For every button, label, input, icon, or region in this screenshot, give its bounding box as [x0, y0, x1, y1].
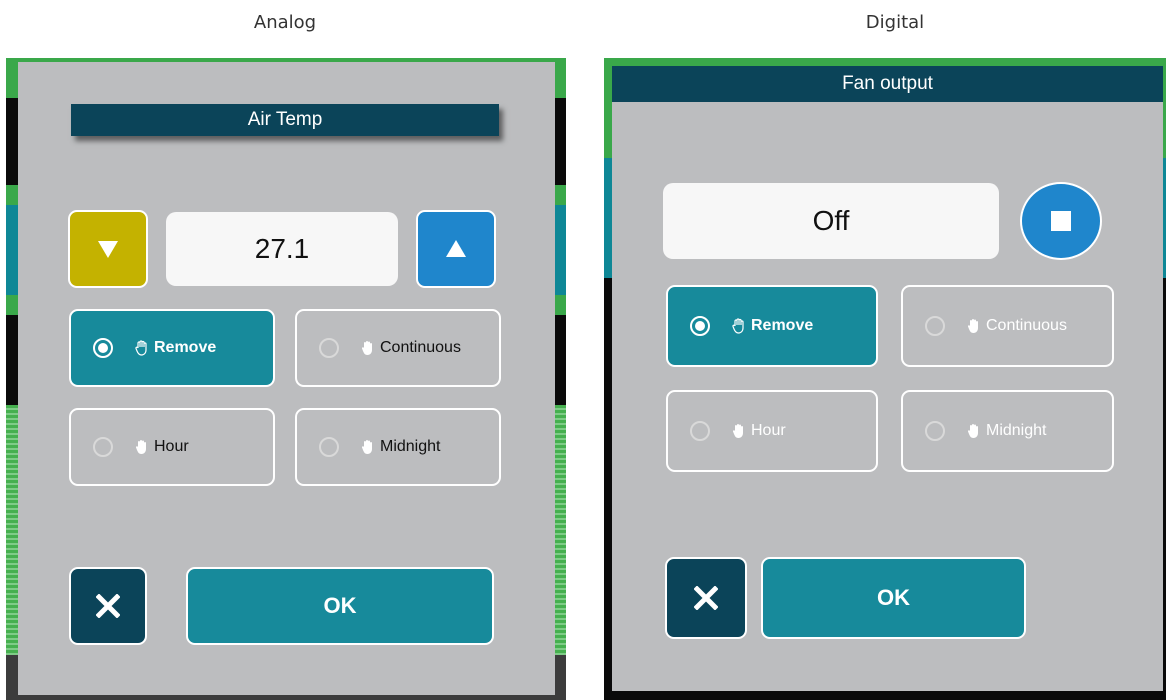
option-label: Remove	[154, 339, 217, 356]
state-display[interactable]: Off	[663, 183, 999, 259]
analog-dialog: Air Temp 27.1 Remove Continuous Hour Mid…	[18, 62, 555, 695]
decrease-button[interactable]	[68, 210, 148, 288]
value-display[interactable]: 27.1	[166, 212, 398, 286]
radio-checked-icon	[690, 316, 710, 336]
radio-unchecked-icon	[690, 421, 710, 441]
cancel-button[interactable]	[69, 567, 147, 645]
ok-button[interactable]: OK	[761, 557, 1026, 639]
radio-unchecked-icon	[925, 316, 945, 336]
radio-checked-icon	[93, 338, 113, 358]
chevron-up-icon	[446, 240, 466, 257]
option-label: Midnight	[986, 422, 1047, 439]
radio-unchecked-icon	[319, 437, 339, 457]
increase-button[interactable]	[416, 210, 496, 288]
caption-analog: Analog	[253, 12, 317, 33]
chevron-down-icon	[98, 241, 118, 258]
option-remove[interactable]: Remove	[69, 309, 275, 387]
option-continuous[interactable]: Continuous	[901, 285, 1114, 367]
option-label[interactable]: Continuous	[986, 317, 1067, 335]
hand-icon	[361, 440, 372, 454]
hand-icon	[732, 318, 744, 334]
close-icon	[96, 594, 120, 618]
digital-title: Fan output	[612, 66, 1163, 102]
option-label: Midnight	[380, 438, 441, 455]
digital-dialog: Fan output Off Remove Continuous Hour Mi…	[612, 66, 1163, 691]
option-midnight[interactable]: Midnight	[295, 408, 501, 486]
option-label: Remove	[751, 317, 814, 334]
option-continuous[interactable]: Continuous	[295, 309, 501, 387]
hand-icon	[967, 319, 978, 333]
option-label: Hour	[751, 422, 786, 439]
option-hour[interactable]: Hour	[666, 390, 878, 472]
hand-icon	[135, 440, 146, 454]
hand-icon	[361, 341, 372, 355]
option-hour[interactable]: Hour	[69, 408, 275, 486]
cancel-button[interactable]	[665, 557, 747, 639]
radio-unchecked-icon	[319, 338, 339, 358]
hand-icon	[732, 424, 743, 438]
option-remove[interactable]: Remove	[666, 285, 878, 367]
toggle-button[interactable]	[1020, 182, 1102, 260]
option-label: Hour	[154, 438, 189, 455]
radio-unchecked-icon	[93, 437, 113, 457]
hand-icon	[967, 424, 978, 438]
hand-icon	[135, 340, 147, 356]
ok-button[interactable]: OK	[186, 567, 494, 645]
option-label: Continuous	[380, 339, 461, 356]
stop-icon	[1051, 211, 1071, 231]
caption-digital: Digital	[865, 12, 925, 33]
option-midnight[interactable]: Midnight	[901, 390, 1114, 472]
close-icon	[694, 586, 718, 610]
radio-unchecked-icon	[925, 421, 945, 441]
analog-title: Air Temp	[71, 104, 499, 136]
